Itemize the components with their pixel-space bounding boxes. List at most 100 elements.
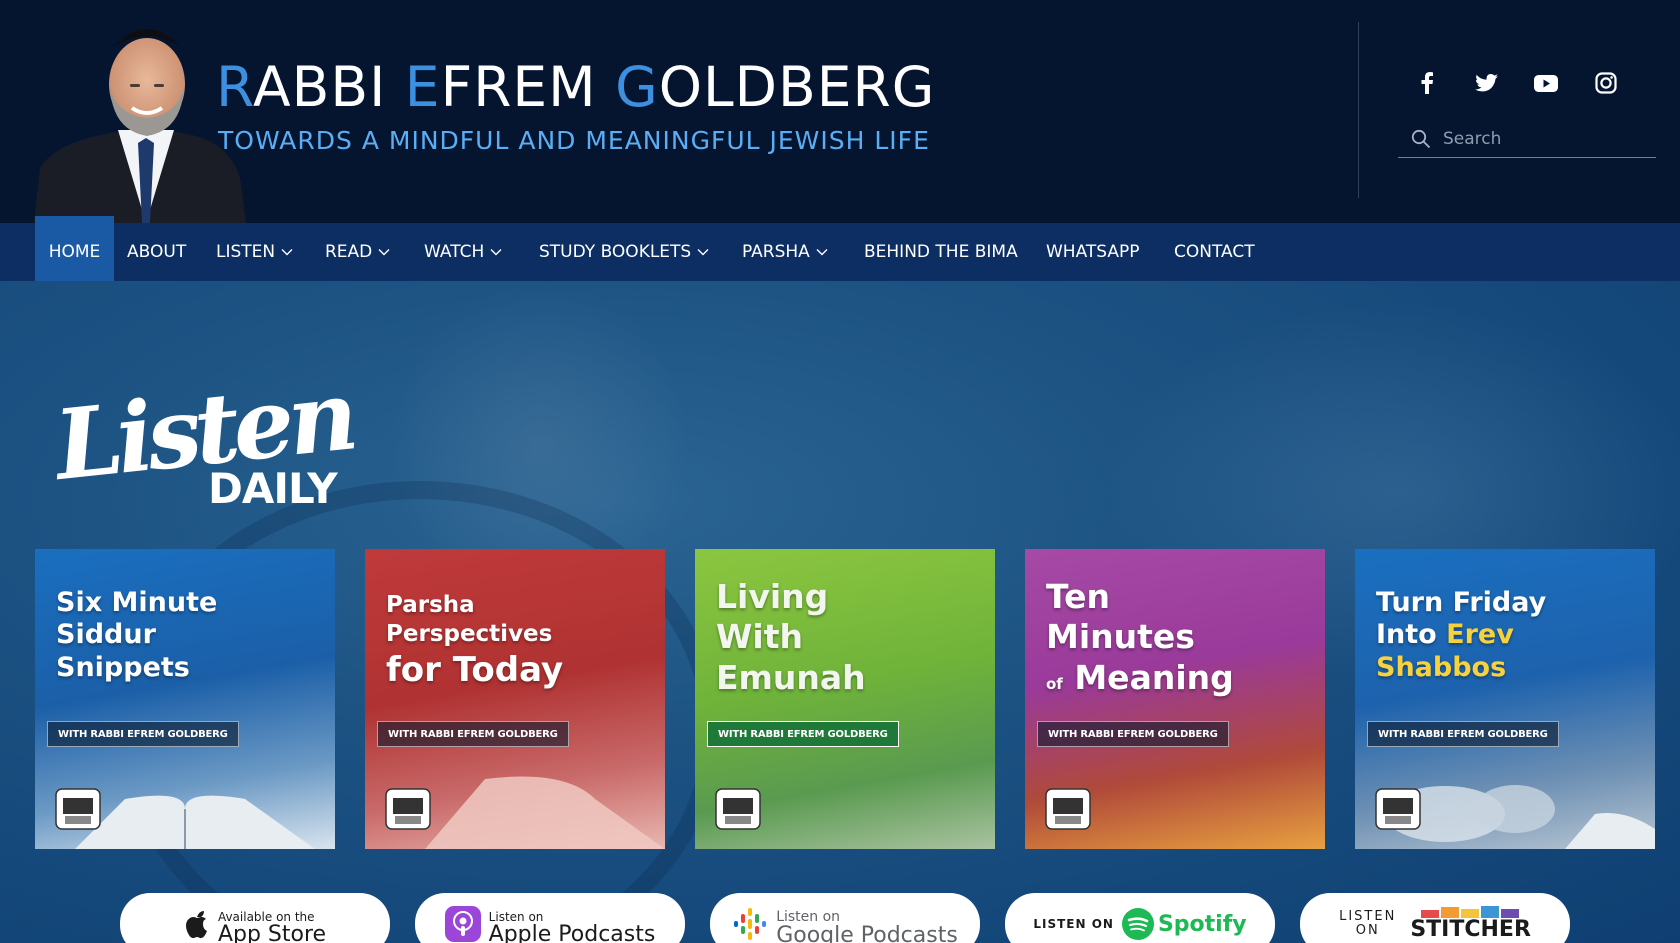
card-title-line: for Today (386, 649, 564, 690)
main-nav: HOME ABOUT LISTEN READ WATCH STUDY BOOKL… (0, 216, 1680, 288)
listen-daily-hero: Listen DAILY Six Minute Siddur Snippets … (0, 281, 1680, 943)
title-initial-e: E (404, 55, 441, 119)
spotify-badge[interactable]: LISTEN ON Spotify (1005, 893, 1275, 943)
nav-listen-label: LISTEN (216, 242, 276, 262)
card-title-line: Turn Friday (1376, 587, 1547, 618)
site-tagline: TOWARDS A MINDFUL AND MEANINGFUL JEWISH … (218, 126, 930, 155)
nav-parsha-label: PARSHA (742, 242, 810, 262)
nav-study-booklets[interactable]: STUDY BOOKLETS (539, 223, 709, 281)
title-rest-oldberg: OLDBERG (658, 55, 936, 119)
chevron-down-icon (697, 249, 709, 256)
nav-home[interactable]: HOME (35, 216, 114, 288)
nav-watch[interactable]: WATCH (424, 223, 502, 281)
podcast-card-parsha[interactable]: Parsha Perspectives for Today WITH RABBI… (365, 549, 665, 849)
chevron-down-icon (378, 249, 390, 256)
stitcher-big: STITCHER (1410, 916, 1531, 942)
title-rest-frem: FREM (440, 55, 616, 119)
search-icon[interactable] (1411, 129, 1431, 149)
nav-listen[interactable]: LISTEN (216, 223, 293, 281)
card-title-line: Six Minute (56, 587, 218, 618)
apple-podcasts-icon (444, 906, 481, 942)
app-store-badge[interactable]: Available on the App Store (120, 893, 390, 943)
search-box (1398, 120, 1656, 158)
nav-contact[interactable]: CONTACT (1174, 223, 1255, 281)
stitcher-badge[interactable]: LISTEN ON STITCHER (1300, 893, 1570, 943)
nav-read-label: READ (325, 242, 373, 262)
header-divider (1358, 22, 1359, 198)
nav-about[interactable]: ABOUT (127, 223, 186, 281)
card-title-line: Snippets (56, 651, 190, 683)
chevron-down-icon (490, 249, 502, 256)
card-title: Parsha Perspectives for Today (386, 591, 563, 691)
nav-home-label: HOME (48, 242, 101, 262)
synagogue-seal-icon (55, 788, 101, 830)
synagogue-seal-icon (1375, 788, 1421, 830)
facebook-icon[interactable] (1414, 70, 1440, 96)
title-initial-r: R (216, 55, 253, 119)
rabbi-portrait (34, 29, 246, 223)
apple-podcasts-big: Apple Podcasts (488, 922, 656, 943)
site-header: RABBI EFREM GOLDBERG TOWARDS A MINDFUL A… (0, 0, 1680, 223)
podcast-card-emunah[interactable]: Living With Emunah WITH RABBI EFREM GOLD… (695, 549, 995, 849)
card-title: Six Minute Siddur Snippets (56, 587, 217, 684)
card-title-line: Living (716, 577, 829, 616)
card-title-line: Into (1376, 619, 1437, 651)
card-title-highlight: Shabbos (1376, 651, 1507, 683)
card-title-line: With (716, 617, 803, 657)
apple-podcasts-badge[interactable]: Listen on Apple Podcasts (415, 893, 685, 943)
chevron-down-icon (816, 249, 828, 256)
card-title-line: Emunah (716, 657, 866, 697)
card-title-line: Minutes (1046, 617, 1195, 657)
google-podcasts-icon (734, 908, 767, 940)
app-store-big: App Store (217, 922, 327, 943)
instagram-icon[interactable] (1593, 70, 1619, 96)
nav-about-label: ABOUT (127, 242, 187, 262)
nav-whatsapp[interactable]: WHATSAPP (1046, 223, 1140, 281)
spotify-small: LISTEN ON (1033, 917, 1114, 931)
nav-read[interactable]: READ (325, 223, 390, 281)
stitcher-small-2: ON (1355, 923, 1380, 938)
listen-daily-logo: Listen DAILY (52, 371, 357, 511)
spotify-icon (1121, 908, 1154, 940)
podcast-card-siddur[interactable]: Six Minute Siddur Snippets WITH RABBI EF… (35, 549, 335, 849)
search-input[interactable] (1443, 128, 1643, 149)
stitcher-small-1: LISTEN (1339, 908, 1397, 924)
google-podcasts-big: Google Podcasts (776, 923, 958, 943)
synagogue-seal-icon (715, 788, 761, 830)
card-title-line: Meaning (1074, 657, 1234, 697)
google-podcasts-small: Listen on (776, 909, 841, 926)
card-title-highlight: Erev (1446, 619, 1514, 651)
card-title: Turn Friday Into Erev Shabbos (1376, 587, 1546, 684)
nav-watch-label: WATCH (424, 242, 485, 262)
card-title-line: Ten (1046, 577, 1111, 616)
nav-study-booklets-label: STUDY BOOKLETS (539, 242, 692, 262)
nav-behind-the-bima-label: BEHIND THE BIMA (864, 242, 1018, 262)
podcast-card-meaning[interactable]: Ten Minutes of Meaning WITH RABBI EFREM … (1025, 549, 1325, 849)
synagogue-seal-icon (1045, 788, 1091, 830)
card-badge: WITH RABBI EFREM GOLDBERG (1367, 721, 1559, 747)
synagogue-seal-icon (385, 788, 431, 830)
card-title-line: Siddur (56, 619, 156, 651)
title-rest-abbi: ABBI (253, 55, 405, 119)
chevron-down-icon (281, 249, 293, 256)
card-title: Living With Emunah (716, 577, 866, 698)
card-title-line: Parsha (386, 592, 475, 618)
youtube-icon[interactable] (1533, 70, 1559, 96)
nav-contact-label: CONTACT (1174, 242, 1255, 262)
google-podcasts-badge[interactable]: Listen on Google Podcasts (710, 893, 980, 943)
logo-caps-text: DAILY (208, 464, 338, 511)
nav-whatsapp-label: WHATSAPP (1046, 242, 1140, 262)
twitter-icon[interactable] (1473, 70, 1499, 96)
card-badge: WITH RABBI EFREM GOLDBERG (1037, 721, 1229, 747)
card-badge: WITH RABBI EFREM GOLDBERG (47, 721, 239, 747)
nav-parsha[interactable]: PARSHA (742, 223, 828, 281)
card-title-line: Perspectives (386, 620, 553, 647)
card-title: Ten Minutes of Meaning (1046, 577, 1234, 698)
podcast-card-shabbos[interactable]: Turn Friday Into Erev Shabbos WITH RABBI… (1355, 549, 1655, 849)
card-title-small: of (1046, 674, 1063, 693)
nav-behind-the-bima[interactable]: BEHIND THE BIMA (864, 223, 1018, 281)
spotify-big: Spotify (1157, 911, 1247, 937)
site-title[interactable]: RABBI EFREM GOLDBERG (216, 60, 935, 115)
title-initial-g: G (615, 55, 659, 119)
apple-icon (185, 911, 207, 939)
